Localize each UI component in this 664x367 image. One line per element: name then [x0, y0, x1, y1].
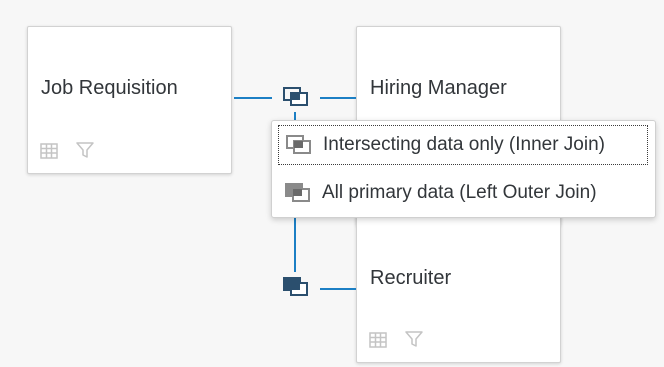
menu-item-left-outer-join[interactable]: All primary data (Left Outer Join) [278, 173, 648, 213]
join-type-menu: Intersecting data only (Inner Join) All … [271, 120, 656, 218]
connector-line [294, 216, 296, 272]
inner-join-icon [285, 134, 313, 156]
card-title: Job Requisition [41, 77, 178, 99]
job-requisition-card[interactable]: Job Requisition [27, 26, 232, 174]
card-title: Recruiter [370, 267, 452, 289]
recruiter-card[interactable]: Recruiter [356, 215, 561, 363]
join-type-icon[interactable] [282, 276, 310, 298]
join-type-icon[interactable] [282, 86, 310, 108]
connector-line [320, 97, 356, 99]
connector-line [320, 288, 356, 290]
filter-icon[interactable] [76, 142, 94, 159]
menu-item-label: Intersecting data only (Inner Join) [323, 134, 605, 155]
card-title: Hiring Manager [370, 77, 507, 99]
table-icon[interactable] [369, 331, 387, 348]
filter-icon[interactable] [405, 331, 423, 348]
menu-item-inner-join[interactable]: Intersecting data only (Inner Join) [278, 125, 648, 165]
connector-line [294, 112, 296, 120]
connector-line [234, 97, 272, 99]
menu-item-label: All primary data (Left Outer Join) [322, 182, 597, 203]
table-icon[interactable] [40, 142, 58, 159]
left-outer-join-icon [284, 182, 312, 204]
